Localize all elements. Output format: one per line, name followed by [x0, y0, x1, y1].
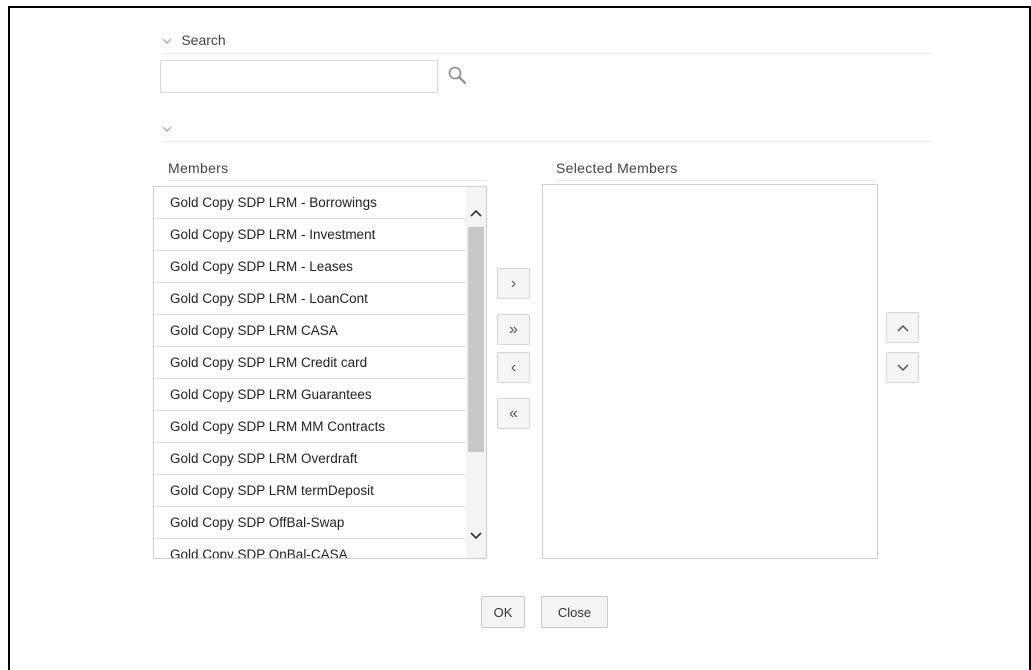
list-item[interactable]: Gold Copy SDP LRM Credit card: [154, 347, 467, 379]
remove-all-button[interactable]: «: [497, 398, 530, 429]
members-list[interactable]: Gold Copy SDP LRM - Borrowings Gold Copy …: [153, 186, 487, 559]
chevron-right-icon: ›: [510, 274, 517, 292]
list-item[interactable]: Gold Copy SDP LRM - Borrowings: [154, 187, 467, 219]
list-item[interactable]: Gold Copy SDP OnBal-CASA: [154, 539, 467, 558]
chevron-down-icon: [162, 122, 172, 136]
members-title: Members: [168, 160, 486, 181]
selected-members-title: Selected Members: [556, 160, 876, 181]
scroll-up-icon[interactable]: [466, 203, 486, 223]
chevron-left-icon: ‹: [510, 358, 517, 376]
double-chevron-left-icon: «: [509, 404, 518, 422]
chevron-up-icon: [896, 324, 909, 332]
collapsed-section-header[interactable]: [162, 120, 932, 142]
list-item[interactable]: Gold Copy SDP LRM Overdraft: [154, 443, 467, 475]
move-selected-button[interactable]: ›: [497, 268, 530, 299]
chevron-down-icon: [162, 34, 175, 48]
scroll-down-icon[interactable]: [466, 526, 486, 546]
search-section-header[interactable]: Search: [162, 32, 932, 54]
list-item[interactable]: Gold Copy SDP LRM termDeposit: [154, 475, 467, 507]
close-button[interactable]: Close: [541, 596, 608, 628]
remove-selected-button[interactable]: ‹: [497, 352, 530, 383]
members-items: Gold Copy SDP LRM - Borrowings Gold Copy …: [154, 187, 486, 558]
list-item[interactable]: Gold Copy SDP LRM - Investment: [154, 219, 467, 251]
search-icon[interactable]: [446, 64, 470, 88]
list-item[interactable]: Gold Copy SDP OffBal-Swap: [154, 507, 467, 539]
list-item[interactable]: Gold Copy SDP LRM - Leases: [154, 251, 467, 283]
double-chevron-right-icon: »: [509, 320, 518, 338]
selected-members-list[interactable]: [542, 184, 878, 559]
list-item[interactable]: Gold Copy SDP LRM Guarantees: [154, 379, 467, 411]
search-section-label: Search: [181, 32, 226, 48]
ok-button[interactable]: OK: [481, 596, 525, 628]
list-item[interactable]: Gold Copy SDP LRM CASA: [154, 315, 467, 347]
move-all-button[interactable]: »: [497, 314, 530, 345]
members-scrollbar[interactable]: [466, 187, 486, 558]
move-down-button[interactable]: [886, 352, 919, 383]
list-item[interactable]: Gold Copy SDP LRM - LoanCont: [154, 283, 467, 315]
search-input[interactable]: [160, 60, 438, 93]
list-item[interactable]: Gold Copy SDP LRM MM Contracts: [154, 411, 467, 443]
move-up-button[interactable]: [886, 312, 919, 343]
scrollbar-thumb[interactable]: [468, 227, 484, 452]
chevron-down-icon: [896, 363, 909, 371]
